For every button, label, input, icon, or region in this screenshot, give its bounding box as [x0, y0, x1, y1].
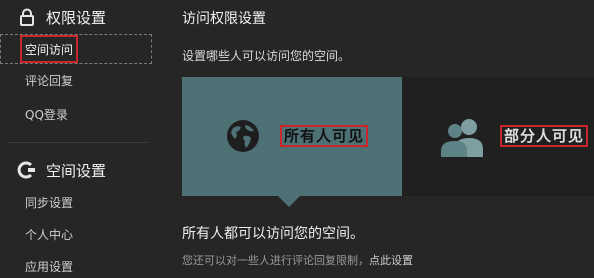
section-title-label: 空间设置	[46, 161, 107, 180]
sidebar-item-comment-reply[interactable]: 评论回复	[22, 68, 76, 92]
option-everyone-visible[interactable]: 所有人可见	[182, 77, 402, 196]
sidebar-item-space-access[interactable]: 空间访问	[19, 35, 79, 63]
section-title-space-settings: 空间设置	[16, 158, 106, 182]
sidebar-item-qq-login[interactable]: QQ登录	[22, 102, 71, 126]
option-everyone-label: 所有人可见	[279, 125, 369, 147]
comment-limit-hint: 您还可以对一些人进行评论回复限制，点此设置	[182, 252, 413, 268]
page-title: 访问权限设置	[182, 11, 266, 27]
settings-icon	[16, 160, 38, 180]
access-result-text: 所有人都可以访问您的空间。	[182, 226, 364, 242]
option-partial-label: 部分人可见	[499, 125, 589, 147]
selection-pointer	[278, 196, 300, 207]
section-title-permissions: 权限设置	[16, 5, 106, 29]
sidebar-item-personal-center[interactable]: 个人中心	[22, 222, 76, 246]
sidebar: 权限设置 空间访问 评论回复 QQ登录 空间设置 同步设置 个人中心 应用设置	[0, 0, 152, 275]
page-description: 设置哪些人可以访问您的空间。	[182, 49, 351, 63]
people-icon	[438, 117, 492, 161]
section-title-label: 权限设置	[46, 8, 107, 27]
main-panel: 访问权限设置 设置哪些人可以访问您的空间。 所有人可见 部分人可见 所有人都可以…	[166, 0, 594, 275]
sidebar-divider	[8, 142, 148, 143]
sidebar-item-sync-settings[interactable]: 同步设置	[22, 190, 76, 214]
hint-text: 您还可以对一些人进行评论回复限制，	[182, 254, 369, 267]
globe-icon	[226, 119, 260, 157]
sidebar-item-app-settings[interactable]: 应用设置	[22, 254, 76, 278]
option-partial-visible[interactable]: 部分人可见	[402, 77, 594, 196]
lock-icon	[16, 7, 38, 27]
set-here-link[interactable]: 点此设置	[369, 254, 413, 267]
